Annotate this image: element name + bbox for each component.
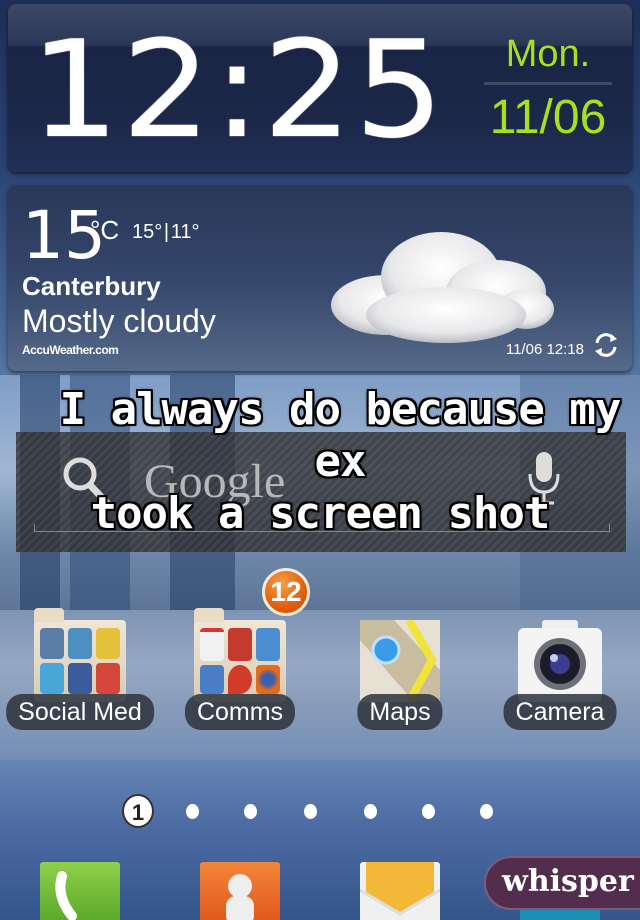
contacts-icon[interactable] — [200, 862, 280, 920]
weather-unit: °C — [90, 215, 120, 245]
page-dot[interactable] — [480, 804, 493, 819]
clock-widget[interactable]: 12:25 Mon. 11/06 — [8, 4, 632, 172]
maps-pin-icon — [228, 665, 252, 694]
folder-icon — [194, 608, 286, 702]
weather-high-low: 15° | 11° — [132, 221, 200, 243]
clock-day: Mon. — [505, 33, 591, 75]
overlay-line-1: I always do because my ex — [59, 384, 622, 487]
app-camera[interactable]: Camera — [480, 600, 640, 740]
app-maps[interactable]: Maps — [320, 600, 480, 740]
weather-condition: Mostly cloudy — [22, 303, 216, 339]
cloud-icon — [331, 232, 554, 343]
page-indicator-current[interactable]: 1 — [122, 794, 154, 828]
page-dot[interactable] — [244, 804, 257, 819]
page-dot[interactable] — [422, 804, 435, 819]
page-dot[interactable] — [364, 804, 377, 819]
firefox-icon — [256, 665, 280, 694]
weather-city: Canterbury — [22, 271, 161, 301]
app-label: Maps — [357, 694, 443, 730]
whisper-watermark: whisper — [484, 856, 640, 910]
page-dot[interactable] — [304, 804, 317, 819]
notification-badge: 12 — [262, 568, 310, 616]
clock-date: Mon. 11/06 — [484, 30, 612, 147]
message-icon — [256, 628, 280, 661]
whisper-overlay-text: I always do because my ex took a screen … — [0, 384, 640, 540]
clock-date-value: 11/06 — [489, 91, 607, 144]
camera-icon — [518, 620, 602, 702]
refresh-icon[interactable] — [592, 331, 620, 359]
record-icon — [228, 628, 252, 661]
weather-source: AccuWeather.com — [22, 343, 119, 357]
clock-divider — [484, 82, 612, 85]
folder-icon — [34, 608, 126, 702]
foursquare-icon — [40, 663, 64, 694]
app-folder-social-media[interactable]: Social Med — [0, 600, 160, 740]
page-dot[interactable] — [186, 804, 199, 819]
clock-time: 12:25 — [30, 12, 446, 168]
tumblr-icon — [40, 628, 64, 659]
gmail-icon — [200, 628, 224, 661]
app-row: Social Med Comms Maps Camera — [0, 600, 640, 740]
weather-widget[interactable]: 15 °C 15° | 11° Canterbury Mostly cloudy… — [8, 185, 632, 371]
overlay-line-2: took a screen shot — [90, 488, 551, 539]
maps-icon — [360, 620, 440, 702]
google-plus-icon — [96, 663, 120, 694]
facebook-icon — [68, 663, 92, 694]
twitter-bird-icon — [96, 628, 120, 659]
app-label: Social Med — [6, 694, 154, 730]
app-folder-comms[interactable]: Comms — [160, 600, 320, 740]
app-label: Camera — [503, 694, 617, 730]
page-indicator: 1 — [120, 794, 520, 830]
app-label: Comms — [184, 694, 296, 730]
phone-icon[interactable] — [40, 862, 120, 920]
latitude-icon — [200, 665, 224, 694]
wordpress-icon — [68, 628, 92, 659]
messaging-icon[interactable] — [359, 862, 441, 920]
